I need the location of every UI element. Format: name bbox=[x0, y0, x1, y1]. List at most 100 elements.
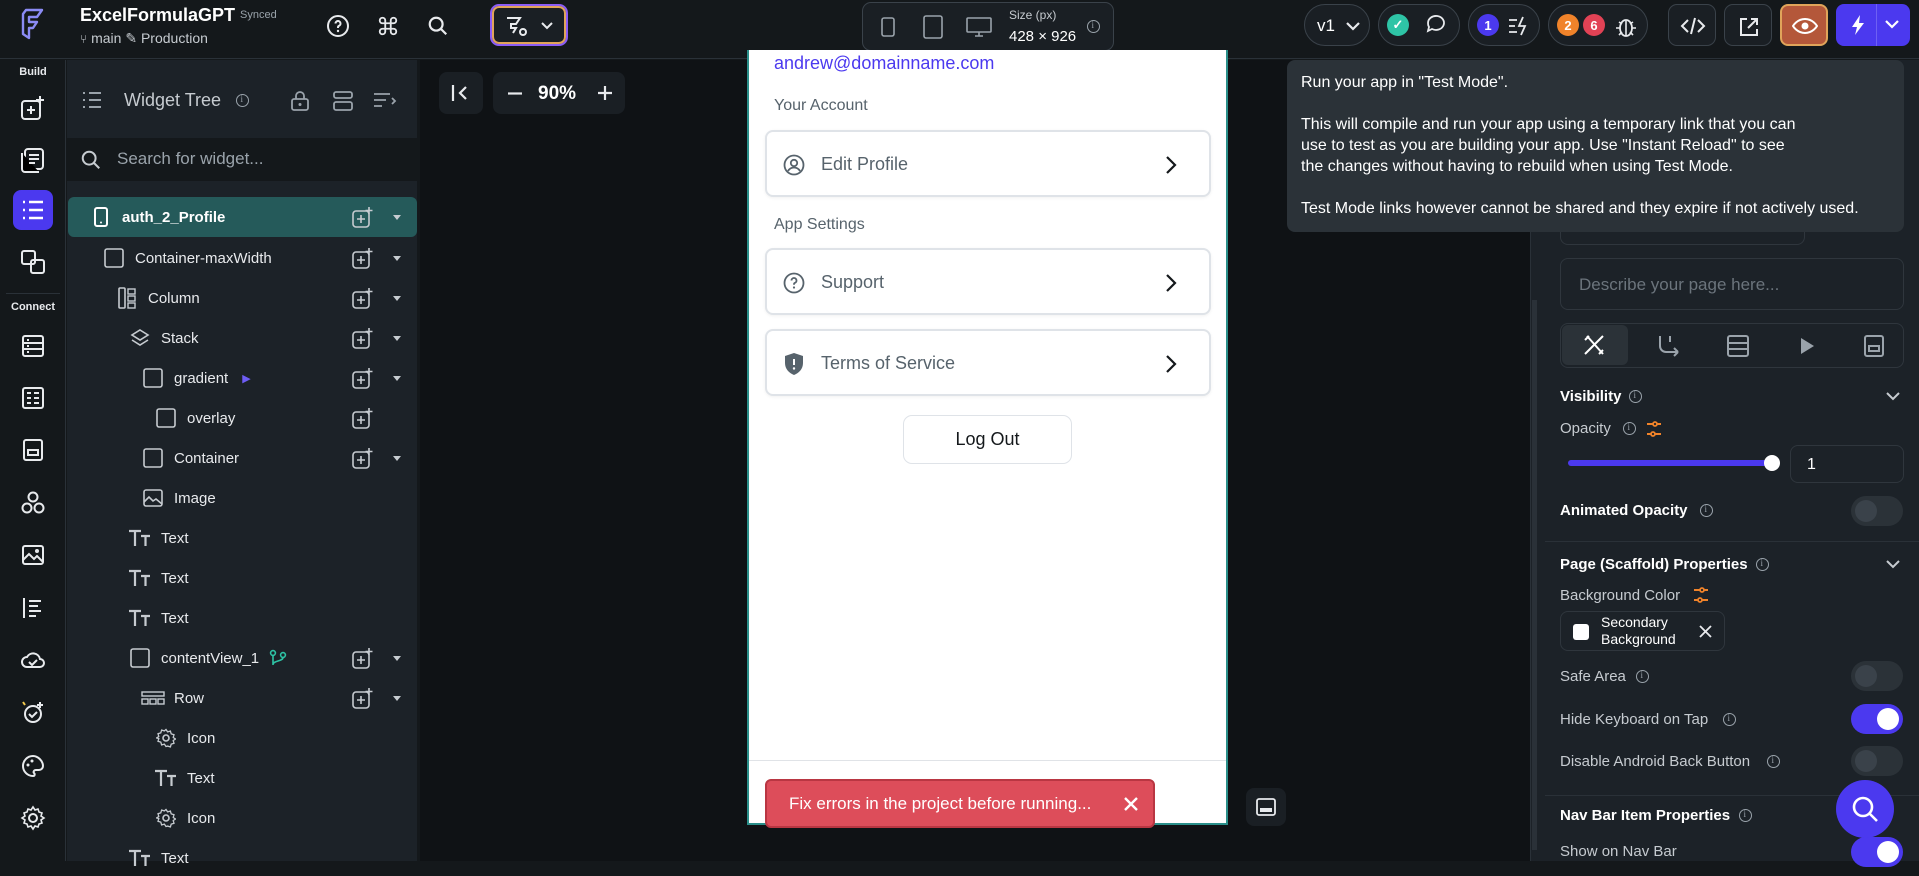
info-icon[interactable] bbox=[1623, 422, 1636, 435]
command-palette-icon[interactable] bbox=[373, 11, 403, 41]
api-calls-icon[interactable] bbox=[13, 378, 53, 418]
tab-backend-query-icon[interactable] bbox=[1726, 334, 1750, 358]
gear-icon[interactable] bbox=[13, 798, 53, 838]
edit-profile-card[interactable]: Edit Profile bbox=[765, 130, 1211, 197]
add-child-widget-icon[interactable] bbox=[352, 447, 374, 469]
chevron-down-icon[interactable] bbox=[393, 336, 401, 341]
pages-icon[interactable] bbox=[13, 140, 53, 180]
search-icon[interactable] bbox=[423, 11, 453, 41]
tree-node-row[interactable]: Row bbox=[140, 680, 204, 716]
errors-group[interactable]: 2 6 bbox=[1548, 4, 1648, 46]
info-icon[interactable] bbox=[1739, 809, 1752, 822]
add-child-widget-icon[interactable] bbox=[352, 247, 374, 269]
share-button[interactable] bbox=[1724, 4, 1772, 46]
background-color-picker[interactable]: Secondary Background bbox=[1560, 611, 1725, 651]
database-icon[interactable] bbox=[13, 326, 53, 366]
chevron-down-icon[interactable] bbox=[393, 296, 401, 301]
size-value[interactable]: 428 × 926 bbox=[1009, 28, 1076, 45]
flutterflow-logo-icon[interactable] bbox=[20, 8, 48, 40]
comments-icon[interactable] bbox=[1425, 14, 1449, 36]
info-icon[interactable] bbox=[1629, 390, 1642, 403]
opacity-input[interactable]: 1 bbox=[1790, 445, 1904, 483]
version-selector[interactable]: v1 bbox=[1304, 4, 1370, 46]
desktop-icon[interactable] bbox=[966, 17, 992, 37]
hide-keyboard-toggle[interactable] bbox=[1851, 704, 1903, 734]
tree-node-row[interactable]: Column bbox=[114, 280, 200, 316]
properties-scrollbar[interactable] bbox=[1532, 300, 1537, 850]
help-icon[interactable] bbox=[323, 11, 353, 41]
brush-icon[interactable] bbox=[13, 746, 53, 786]
terms-card[interactable]: Terms of Service bbox=[765, 329, 1211, 396]
animated-opacity-toggle[interactable] bbox=[1851, 496, 1903, 526]
app-name[interactable]: ExcelFormulaGPT bbox=[80, 5, 235, 26]
agent-menu-button[interactable] bbox=[490, 4, 568, 46]
add-child-widget-icon[interactable] bbox=[352, 206, 374, 228]
media-assets-icon[interactable] bbox=[13, 535, 53, 575]
chevron-down-icon[interactable] bbox=[393, 456, 401, 461]
logout-button[interactable]: Log Out bbox=[903, 415, 1072, 464]
conditional-branch-icon[interactable] bbox=[269, 649, 287, 667]
tab-state-icon[interactable] bbox=[1863, 334, 1885, 358]
tree-node-row[interactable]: auth_2_Profile bbox=[88, 199, 225, 235]
collapse-all-icon[interactable] bbox=[332, 90, 354, 112]
tree-node-row[interactable]: Icon bbox=[153, 800, 215, 836]
zoom-out-icon[interactable] bbox=[507, 92, 523, 95]
info-icon[interactable] bbox=[1700, 504, 1713, 517]
opacity-slider[interactable] bbox=[1568, 455, 1780, 471]
branch-info[interactable]: ⑂ main ✎ Production bbox=[80, 30, 208, 47]
components-icon[interactable] bbox=[13, 242, 53, 282]
page-description-input[interactable]: Describe your page here... bbox=[1560, 258, 1904, 310]
tree-node-row[interactable]: overlay bbox=[153, 400, 235, 436]
zoom-in-icon[interactable] bbox=[597, 85, 613, 101]
chevron-down-icon[interactable] bbox=[393, 215, 401, 220]
filter-sort-icon[interactable] bbox=[372, 90, 398, 112]
tree-node-row[interactable]: Text bbox=[153, 760, 215, 796]
play-icon[interactable]: ▶ bbox=[242, 372, 250, 385]
close-icon[interactable] bbox=[1699, 625, 1712, 638]
info-icon[interactable] bbox=[1767, 755, 1780, 768]
tree-node-row[interactable]: Text bbox=[127, 600, 189, 636]
add-child-widget-icon[interactable] bbox=[352, 687, 374, 709]
preview-button[interactable] bbox=[1780, 4, 1828, 46]
add-child-widget-icon[interactable] bbox=[352, 367, 374, 389]
safe-area-toggle[interactable] bbox=[1851, 661, 1903, 691]
custom-code-icon[interactable] bbox=[13, 483, 53, 523]
account-email[interactable]: andrew@domainname.com bbox=[774, 53, 994, 74]
cloud-icon[interactable] bbox=[13, 640, 53, 680]
collapse-panel-button[interactable] bbox=[439, 72, 483, 114]
tree-node-row[interactable]: Text bbox=[127, 840, 189, 876]
show-navbar-toggle[interactable] bbox=[1851, 837, 1903, 867]
tab-animations-icon[interactable] bbox=[1798, 336, 1816, 356]
info-icon[interactable] bbox=[1723, 713, 1736, 726]
app-state-icon[interactable] bbox=[13, 430, 53, 470]
widget-search[interactable]: Search for widget... bbox=[67, 138, 417, 181]
warnings-group[interactable]: 1 bbox=[1468, 4, 1540, 46]
chevron-down-icon[interactable] bbox=[393, 696, 401, 701]
tree-node-row[interactable]: Container-maxWidth bbox=[101, 240, 272, 276]
info-icon[interactable] bbox=[236, 94, 249, 107]
tab-properties[interactable] bbox=[1562, 325, 1628, 365]
chevron-down-icon[interactable] bbox=[1885, 559, 1901, 569]
phone-icon[interactable] bbox=[881, 17, 895, 37]
chevron-down-icon[interactable] bbox=[393, 256, 401, 261]
info-icon[interactable] bbox=[1636, 670, 1649, 683]
tab-actions-icon[interactable] bbox=[1656, 334, 1682, 358]
add-child-widget-icon[interactable] bbox=[352, 647, 374, 669]
test-mode-button[interactable] bbox=[1836, 4, 1910, 46]
tree-node-row[interactable]: Image bbox=[140, 480, 216, 516]
code-button[interactable] bbox=[1668, 4, 1716, 46]
close-icon[interactable] bbox=[1123, 796, 1139, 812]
marketplace-icon[interactable] bbox=[13, 692, 53, 732]
tablet-icon[interactable] bbox=[923, 15, 943, 39]
widget-tree-icon[interactable] bbox=[13, 190, 53, 230]
tree-node-row[interactable]: Text bbox=[127, 560, 189, 596]
tree-node-row[interactable]: Container bbox=[140, 440, 239, 476]
add-child-widget-icon[interactable] bbox=[352, 327, 374, 349]
support-chat-button[interactable] bbox=[1836, 780, 1894, 838]
variable-binding-icon[interactable] bbox=[1645, 420, 1663, 438]
tree-node-row[interactable]: Icon bbox=[153, 720, 215, 756]
tree-node-row[interactable]: gradient ▶ bbox=[140, 360, 251, 396]
info-icon[interactable] bbox=[1087, 20, 1100, 33]
chevron-down-icon[interactable] bbox=[393, 656, 401, 661]
variable-binding-icon[interactable] bbox=[1692, 586, 1710, 604]
